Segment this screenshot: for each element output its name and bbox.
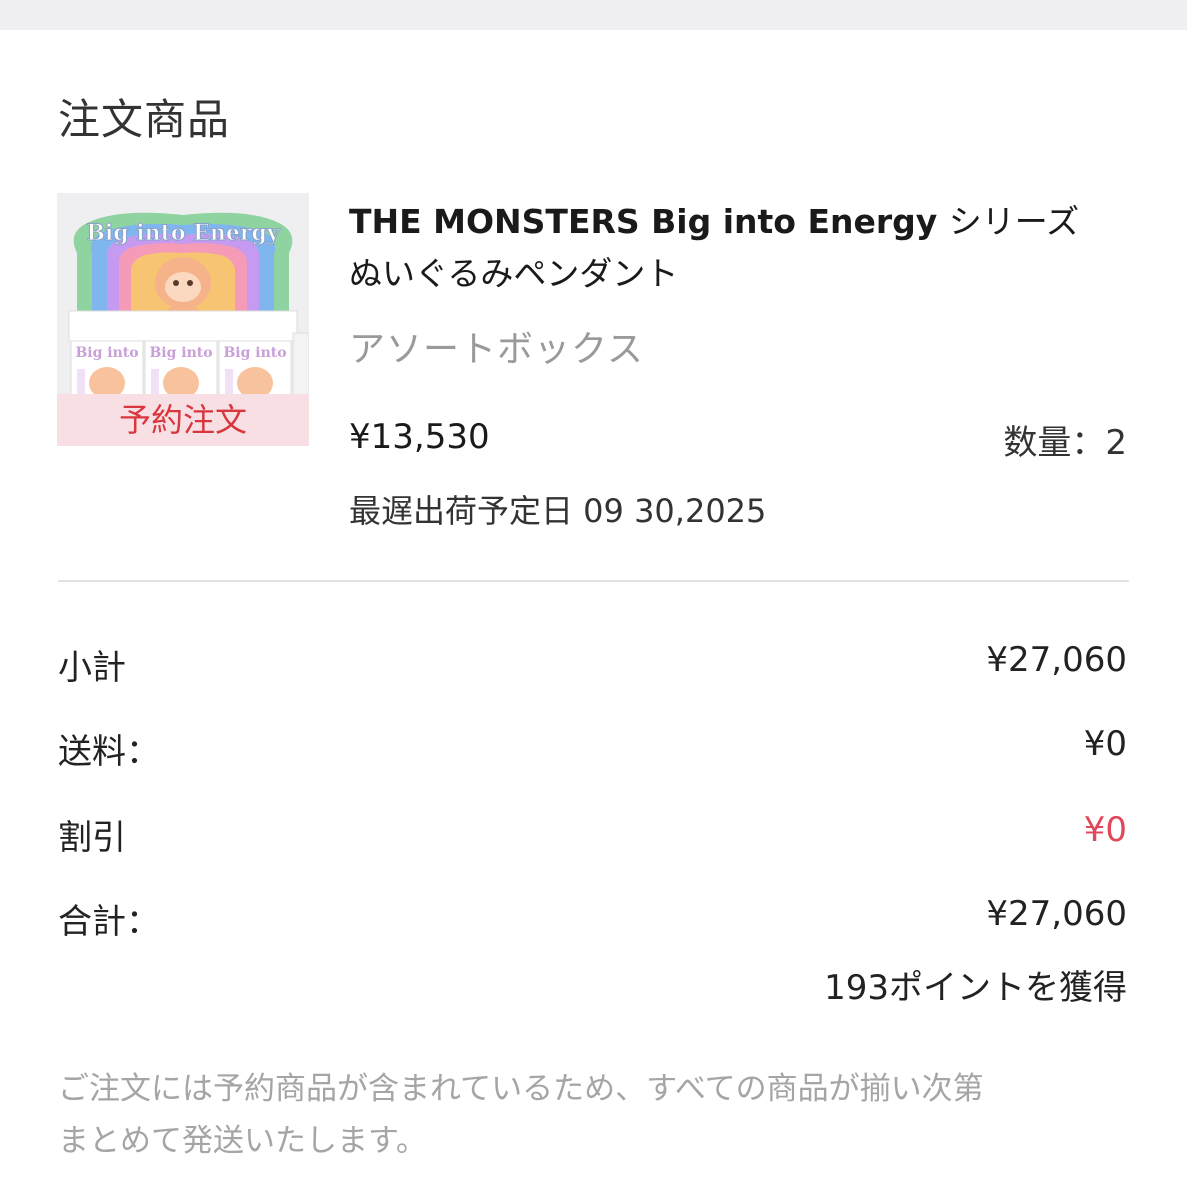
shipping-label: 送料： [58, 732, 160, 772]
product-price: ¥13,530 [349, 417, 490, 457]
image-lettering: Big into Energy [86, 220, 281, 246]
shipping-value: ¥0 [1083, 724, 1127, 764]
subtotal-value: ¥27,060 [986, 640, 1127, 680]
ship-date: 最遅出荷予定日 09 30,2025 [349, 492, 767, 530]
preorder-notice: ご注文には予約商品が含まれているため、すべての商品が揃い次第 まとめて発送いたし… [58, 1063, 1138, 1167]
product-name[interactable]: THE MONSTERS Big into Energy シリーズ ぬいぐるみペ… [349, 196, 1139, 300]
product-name-type: ぬいぐるみペンダント [349, 254, 679, 293]
total-value: ¥27,060 [986, 894, 1127, 934]
notice-line: ご注文には予約商品が含まれているため、すべての商品が揃い次第 [58, 1071, 984, 1107]
product-variant: アソートボックス [349, 329, 644, 370]
notice-line: まとめて発送いたします。 [58, 1123, 427, 1159]
product-thumbnail[interactable]: Big into Energy Big into Big into Big in… [57, 193, 309, 446]
points-earned: 193ポイントを獲得 [824, 968, 1127, 1008]
product-name-en: THE MONSTERS Big into Energy [349, 202, 938, 241]
discount-value: ¥0 [1083, 810, 1127, 850]
box-lettering: Big into [149, 345, 212, 361]
divider [58, 580, 1129, 582]
product-name-series: シリーズ [948, 202, 1080, 241]
box-lettering: Big into [75, 345, 138, 361]
product-quantity: 数量：2 [1003, 423, 1127, 463]
preorder-badge: 予約注文 [57, 394, 309, 446]
section-title: 注文商品 [58, 95, 231, 144]
subtotal-label: 小計 [58, 648, 126, 688]
total-label: 合計： [58, 902, 160, 942]
box-lettering: Big into [223, 345, 286, 361]
discount-label: 割引 [58, 818, 126, 858]
top-strip [0, 0, 1187, 30]
